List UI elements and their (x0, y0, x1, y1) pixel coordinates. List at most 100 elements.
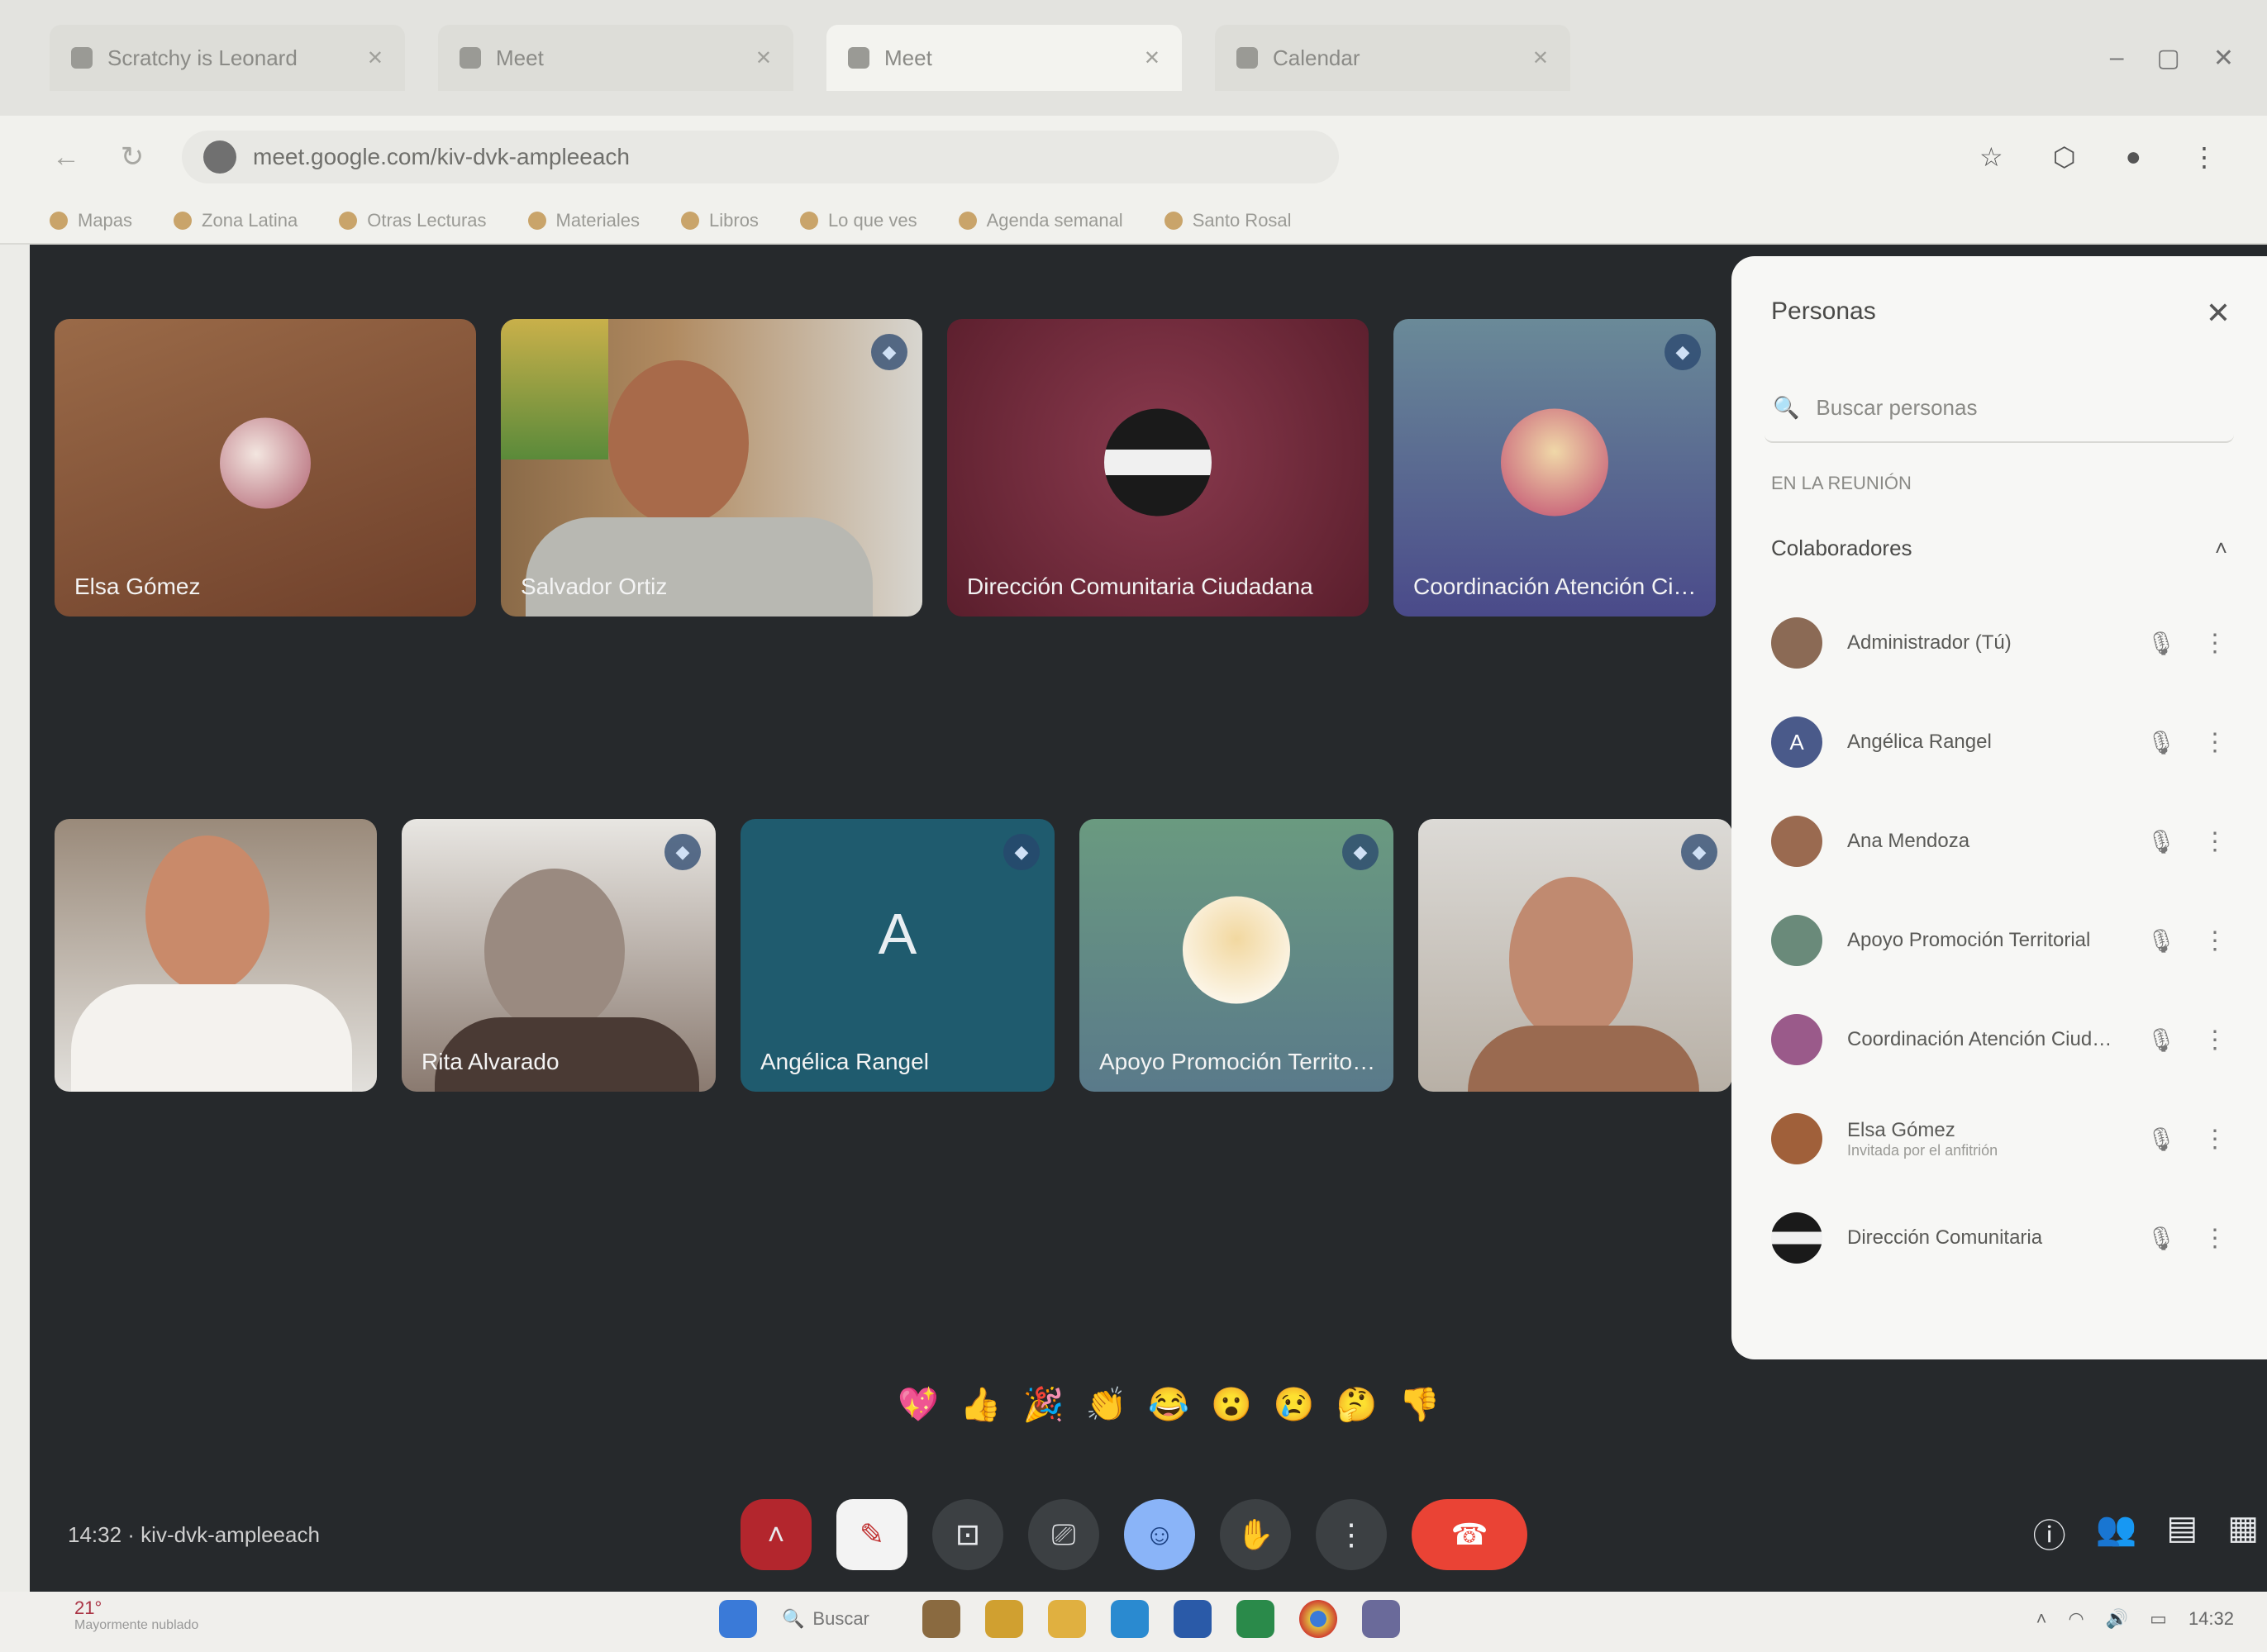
participant-tile[interactable]: A Angélica Rangel ◆ (741, 819, 1055, 1092)
bookmark-item[interactable]: Agenda semanal (958, 210, 1123, 231)
mic-off-icon[interactable]: 🎙 (2145, 630, 2178, 657)
present-button[interactable]: ⎚ (1028, 1499, 1099, 1570)
more-vert-icon[interactable]: ⋮ (2203, 728, 2227, 757)
back-icon[interactable]: ← (50, 141, 83, 174)
wifi-icon[interactable]: ◠ (2069, 1608, 2084, 1630)
more-vert-icon[interactable]: ⋮ (2203, 926, 2227, 955)
mic-off-icon[interactable]: 🎙 (2145, 1225, 2178, 1252)
volume-icon[interactable]: 🔊 (2106, 1608, 2128, 1630)
reaction-sad-icon[interactable]: 😢 (1274, 1385, 1315, 1424)
site-info-icon[interactable] (203, 140, 236, 174)
mic-off-icon[interactable]: 🎙 (2145, 1026, 2178, 1054)
mic-toggle-button[interactable]: ˄ (741, 1499, 812, 1570)
browser-tab[interactable]: Scratchy is Leonard ✕ (50, 25, 405, 91)
maximize-icon[interactable]: ▢ (2157, 44, 2180, 73)
chrome-browser-icon[interactable] (1299, 1600, 1337, 1638)
bookmark-item[interactable]: Lo que ves (799, 210, 917, 231)
reaction-thinking-icon[interactable]: 🤔 (1336, 1385, 1378, 1424)
bookmark-item[interactable]: Libros (681, 210, 759, 231)
bookmark-item[interactable]: Zona Latina (174, 210, 298, 231)
more-vert-icon[interactable]: ⋮ (2203, 629, 2227, 658)
more-vert-icon[interactable]: ⋮ (2203, 1125, 2227, 1154)
participant-row[interactable]: A Angélica Rangel 🎙 ⋮ (1765, 693, 2234, 792)
bookmark-star-icon[interactable]: ☆ (1979, 141, 2003, 173)
mic-off-icon[interactable]: 🎙 (2145, 729, 2178, 756)
url-field[interactable]: meet.google.com/kiv-dvk-ampleeach (182, 131, 1339, 183)
taskbar-search[interactable]: 🔍 Buscar (782, 1608, 898, 1630)
participant-tile[interactable]: ◆ (1418, 819, 1732, 1092)
more-vert-icon[interactable]: ⋮ (2203, 1026, 2227, 1055)
participant-row[interactable]: Elsa Gómez Invitada por el anfitrión 🎙 ⋮ (1765, 1089, 2234, 1188)
excel-app-icon[interactable] (1236, 1600, 1274, 1638)
tab-close-icon[interactable]: ✕ (755, 46, 772, 70)
reaction-thumbs-down-icon[interactable]: 👎 (1399, 1385, 1441, 1424)
app-icon[interactable] (985, 1600, 1023, 1638)
browser-tab[interactable]: Meet ✕ (438, 25, 793, 91)
start-menu-icon[interactable] (719, 1600, 757, 1638)
browser-tab-active[interactable]: Meet ✕ (826, 25, 1182, 91)
chevron-up-icon[interactable]: ˄ (2036, 1608, 2047, 1630)
extensions-icon[interactable]: ⬡ (2053, 141, 2076, 173)
participant-row-subtitle: Invitada por el anfitrión (1847, 1141, 1998, 1159)
bookmark-item[interactable]: Otras Lecturas (339, 210, 487, 231)
menu-kebab-icon[interactable]: ⋮ (2191, 141, 2217, 173)
more-options-button[interactable]: ⋮ (1316, 1499, 1387, 1570)
bookmark-item[interactable]: Materiales (527, 210, 640, 231)
more-vert-icon[interactable]: ⋮ (2203, 1224, 2227, 1253)
participant-tile[interactable]: Salvador Ortiz ◆ (501, 319, 922, 617)
profile-icon[interactable]: ● (2126, 141, 2141, 173)
participants-group-header[interactable]: Colaboradores ˄ (1765, 519, 2234, 577)
mic-off-icon[interactable]: 🎙 (2145, 1126, 2178, 1153)
camera-toggle-button[interactable]: ✎ (836, 1499, 907, 1570)
battery-icon[interactable]: ▭ (2150, 1608, 2167, 1630)
chat-icon[interactable]: ▤ (2166, 1509, 2198, 1557)
reaction-surprised-icon[interactable]: 😮 (1211, 1385, 1252, 1424)
speaking-indicator-icon: ◆ (871, 334, 907, 370)
mic-off-icon[interactable]: 🎙 (2145, 927, 2178, 955)
app-icon[interactable] (922, 1600, 960, 1638)
meeting-info-icon[interactable]: ⓘ (2033, 1509, 2066, 1557)
word-app-icon[interactable] (1174, 1600, 1212, 1638)
tab-close-icon[interactable]: ✕ (1144, 46, 1160, 70)
reactions-button[interactable]: ☺ (1124, 1499, 1195, 1570)
speaking-indicator-icon: ◆ (664, 834, 701, 870)
reaction-laugh-icon[interactable]: 😂 (1148, 1385, 1189, 1424)
participant-row[interactable]: Administrador (Tú) 🎙 ⋮ (1765, 593, 2234, 693)
file-explorer-icon[interactable] (1048, 1600, 1086, 1638)
tab-close-icon[interactable]: ✕ (1532, 46, 1549, 70)
weather-widget[interactable]: 21° Mayormente nublado (74, 1597, 198, 1633)
participant-tile[interactable]: Apoyo Promoción Territorial ◆ (1079, 819, 1393, 1092)
reaction-thumbs-up-icon[interactable]: 👍 (960, 1385, 1002, 1424)
participant-tile[interactable] (55, 819, 377, 1092)
bookmark-item[interactable]: Santo Rosal (1164, 210, 1292, 231)
tab-close-icon[interactable]: ✕ (367, 46, 383, 70)
participant-tile[interactable]: Rita Alvarado ◆ (402, 819, 716, 1092)
more-vert-icon[interactable]: ⋮ (2203, 827, 2227, 856)
participant-row[interactable]: Ana Mendoza 🎙 ⋮ (1765, 792, 2234, 891)
chevron-up-icon[interactable]: ˄ (2215, 536, 2227, 561)
participant-row[interactable]: Apoyo Promoción Territorial 🎙 ⋮ (1765, 891, 2234, 990)
mic-off-icon[interactable]: 🎙 (2145, 828, 2178, 855)
bookmark-item[interactable]: Mapas (50, 210, 132, 231)
reaction-heart-icon[interactable]: 💖 (898, 1385, 939, 1424)
search-people-input[interactable]: 🔍 Buscar personas (1765, 374, 2234, 443)
reaction-clap-icon[interactable]: 👏 (1085, 1385, 1126, 1424)
close-panel-icon[interactable]: ✕ (2206, 296, 2231, 331)
leave-call-button[interactable]: ☎ (1412, 1499, 1527, 1570)
activities-icon[interactable]: ▦ (2227, 1509, 2259, 1557)
participant-tile[interactable]: Elsa Gómez (55, 319, 476, 617)
people-icon[interactable]: 👥 (2096, 1509, 2137, 1557)
participant-row[interactable]: Dirección Comunitaria 🎙 ⋮ (1765, 1188, 2234, 1288)
close-window-icon[interactable]: ✕ (2213, 44, 2234, 73)
app-icon[interactable] (1362, 1600, 1400, 1638)
participant-tile[interactable]: Coordinación Atención Ciudadana ◆ (1393, 319, 1716, 617)
raise-hand-button[interactable]: ✋ (1220, 1499, 1291, 1570)
reload-icon[interactable]: ↻ (116, 140, 149, 174)
browser-tab[interactable]: Calendar ✕ (1215, 25, 1570, 91)
edge-browser-icon[interactable] (1111, 1600, 1149, 1638)
captions-button[interactable]: ⊡ (932, 1499, 1003, 1570)
reaction-party-icon[interactable]: 🎉 (1023, 1385, 1064, 1424)
minimize-icon[interactable]: – (2110, 44, 2124, 73)
participant-row[interactable]: Coordinación Atención Ciudadana 🎙 ⋮ (1765, 990, 2234, 1089)
participant-tile[interactable]: Dirección Comunitaria Ciudadana (947, 319, 1369, 617)
